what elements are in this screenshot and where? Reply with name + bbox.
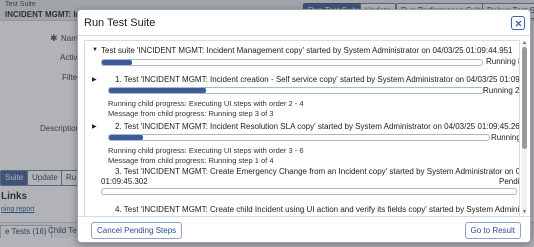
progress-bar-fill [109,88,207,93]
run-test-suite-modal: Run Test Suite ▼ Test suite 'INCIDENT MG… [77,9,531,243]
test-progress-text-continued: 01:09:45.302 [101,177,148,186]
scrollbar[interactable]: ▲ ▼ [522,41,527,215]
progress-bar-fill [109,135,144,140]
close-icon [515,20,521,26]
test-progress-text: 2. Test 'INCIDENT MGMT: Incident Resolut… [115,122,520,131]
progress-bar [101,59,483,66]
go-to-result-button[interactable]: Go to Result [464,222,521,239]
progress-status: Running 8% [486,57,519,66]
progress-status: Running 26% [483,86,520,95]
chevron-down-icon[interactable]: ▼ [92,47,98,53]
test-progress-text: 4. Test 'INCIDENT MGMT: Create child Inc… [115,205,520,214]
progress-status: Pending 0% [499,177,520,186]
progress-message: Message from child progress: Running ste… [108,156,274,165]
chevron-right-icon[interactable]: ▶ [92,123,97,130]
chevron-right-icon[interactable]: ▶ [92,76,97,83]
scroll-up-icon[interactable]: ▲ [522,41,527,46]
suite-progress-text: Test suite 'INCIDENT MGMT: Incident Mana… [101,46,513,55]
close-button[interactable] [511,16,525,30]
progress-bar-fill [102,60,133,65]
progress-bar [101,188,517,195]
progress-message: Running child progress: Executing UI ste… [108,99,304,108]
scroll-down-icon[interactable]: ▼ [522,210,527,215]
cancel-pending-steps-button[interactable]: Cancel Pending Steps [91,222,183,239]
progress-message: Running child progress: Executing UI ste… [108,146,304,155]
progress-message: Message from child progress: Running ste… [108,109,274,118]
scroll-thumb[interactable] [522,47,527,149]
test-progress-text: 3. Test 'INCIDENT MGMT: Create Emergency… [115,167,520,176]
progress-bar [108,134,490,141]
test-progress-text: 1. Test 'INCIDENT MGMT: Incident creatio… [115,75,520,84]
progress-bar [108,87,484,94]
modal-title: Run Test Suite [84,17,156,29]
header-divider [78,35,530,36]
footer-divider [78,216,530,217]
progress-status: Running 9% [491,133,520,142]
progress-log: ▼ Test suite 'INCIDENT MGMT: Incident Ma… [84,40,520,217]
